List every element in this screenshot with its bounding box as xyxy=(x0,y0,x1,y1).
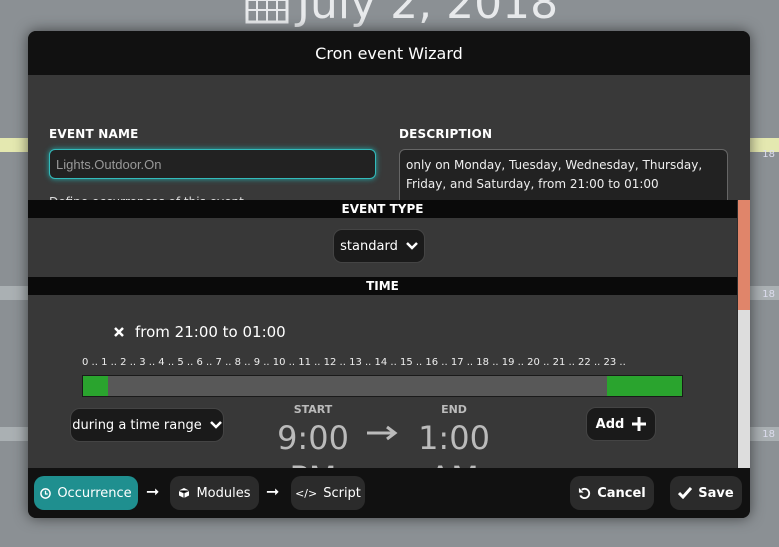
time-header: TIME xyxy=(28,277,737,295)
background-number: 18 xyxy=(762,289,775,300)
step-arrow-icon: ➞ xyxy=(266,482,280,501)
cron-wizard-dialog: Cron event Wizard EVENT NAME Define occu… xyxy=(28,31,750,518)
event-type-section: standard xyxy=(28,218,737,277)
time-section: from 21:00 to 01:00 0 .. 1 .. 2 .. 3 .. … xyxy=(28,295,737,468)
close-icon[interactable] xyxy=(113,326,125,338)
event-name-input[interactable] xyxy=(49,149,376,179)
background-number: 18 xyxy=(762,429,775,440)
save-button[interactable]: Save xyxy=(670,476,742,510)
selected-hours-segment xyxy=(607,376,682,396)
hours-selection-bar[interactable] xyxy=(82,375,683,397)
start-label: START xyxy=(293,403,333,416)
start-time[interactable]: 9:00 xyxy=(263,419,363,457)
event-type-select[interactable]: standard xyxy=(333,229,425,263)
occurrence-step-button[interactable]: Occurrence xyxy=(34,476,138,510)
end-ampm[interactable]: AM xyxy=(404,459,504,468)
event-info-section: EVENT NAME Define occurrences of this ev… xyxy=(28,75,750,228)
step-arrow-icon: ➞ xyxy=(146,482,160,501)
chevron-down-icon xyxy=(209,421,222,429)
time-range-item: from 21:00 to 01:00 xyxy=(113,323,286,341)
hours-axis: 0 .. 1 .. 2 .. 3 .. 4 .. 5 .. 6 .. 7 .. … xyxy=(82,357,626,368)
end-time[interactable]: 1:00 xyxy=(404,419,504,457)
time-mode-select[interactable]: during a time range xyxy=(70,408,224,442)
background-number: 18 xyxy=(762,149,775,160)
undo-icon xyxy=(579,487,591,499)
event-type-header: EVENT TYPE xyxy=(28,200,737,218)
scrollbar-thumb[interactable] xyxy=(738,200,750,310)
chevron-down-icon xyxy=(405,242,418,250)
add-time-button[interactable]: Add xyxy=(586,407,656,441)
cube-icon xyxy=(179,488,190,498)
end-label: END xyxy=(441,403,467,416)
background-date: July 2, 2018 xyxy=(245,0,558,29)
checkmark-icon xyxy=(678,487,693,499)
dialog-title: Cron event Wizard xyxy=(28,31,750,75)
plus-icon xyxy=(632,417,647,431)
event-name-label: EVENT NAME xyxy=(49,127,139,141)
clock-icon xyxy=(40,487,52,499)
cancel-button[interactable]: Cancel xyxy=(570,476,654,510)
arrow-right-icon xyxy=(367,425,398,441)
start-ampm[interactable]: PM xyxy=(263,459,363,468)
selected-hours-segment xyxy=(83,376,108,396)
wizard-scroll-area[interactable]: EVENT TYPE standard TIME from 21:00 to 0… xyxy=(28,200,750,468)
code-icon: </> xyxy=(295,486,318,500)
wizard-footer: Occurrence ➞ Modules ➞ </> Script Cancel… xyxy=(28,468,750,518)
calendar-icon xyxy=(245,0,289,23)
description-label: DESCRIPTION xyxy=(399,127,493,141)
script-step-button[interactable]: </> Script xyxy=(291,476,365,510)
scrollbar[interactable] xyxy=(738,200,750,468)
modules-step-button[interactable]: Modules xyxy=(170,476,259,510)
